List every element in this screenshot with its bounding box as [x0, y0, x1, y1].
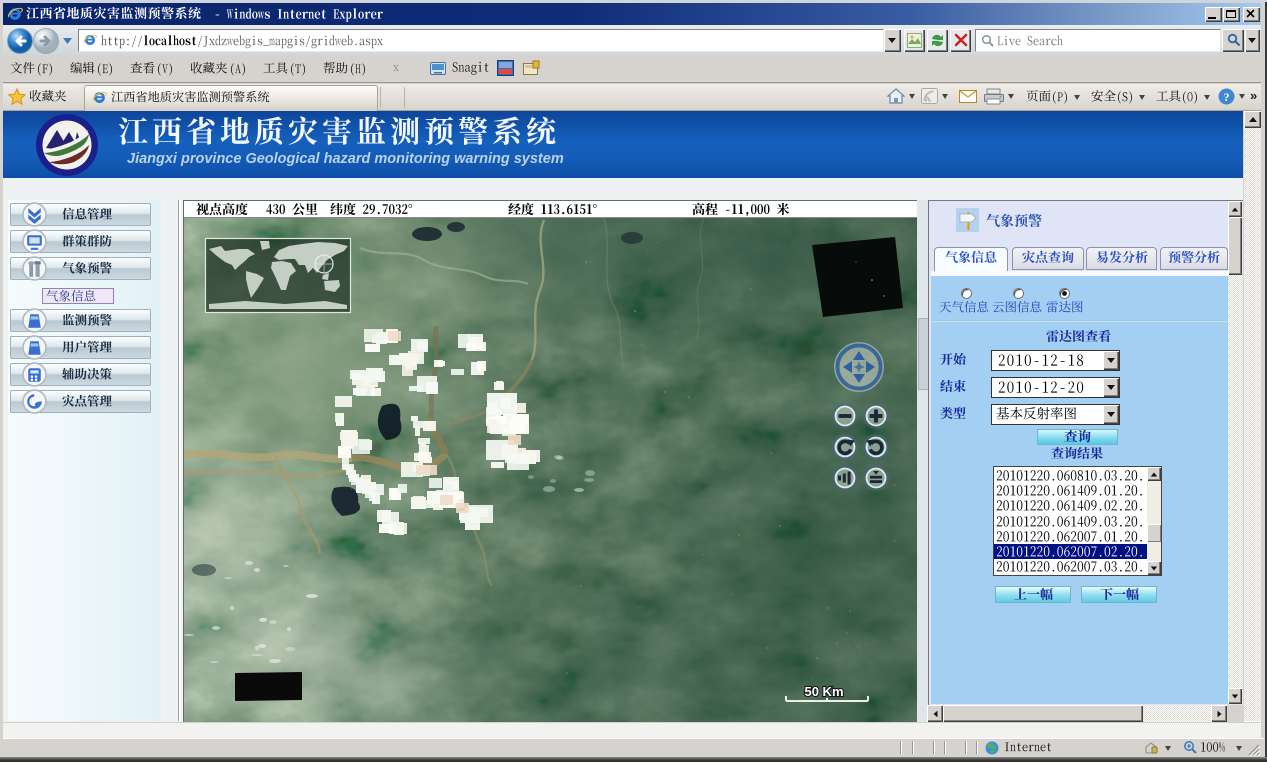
svg-text:?: ?	[1224, 90, 1230, 104]
svg-text:50 Km: 50 Km	[804, 684, 843, 699]
